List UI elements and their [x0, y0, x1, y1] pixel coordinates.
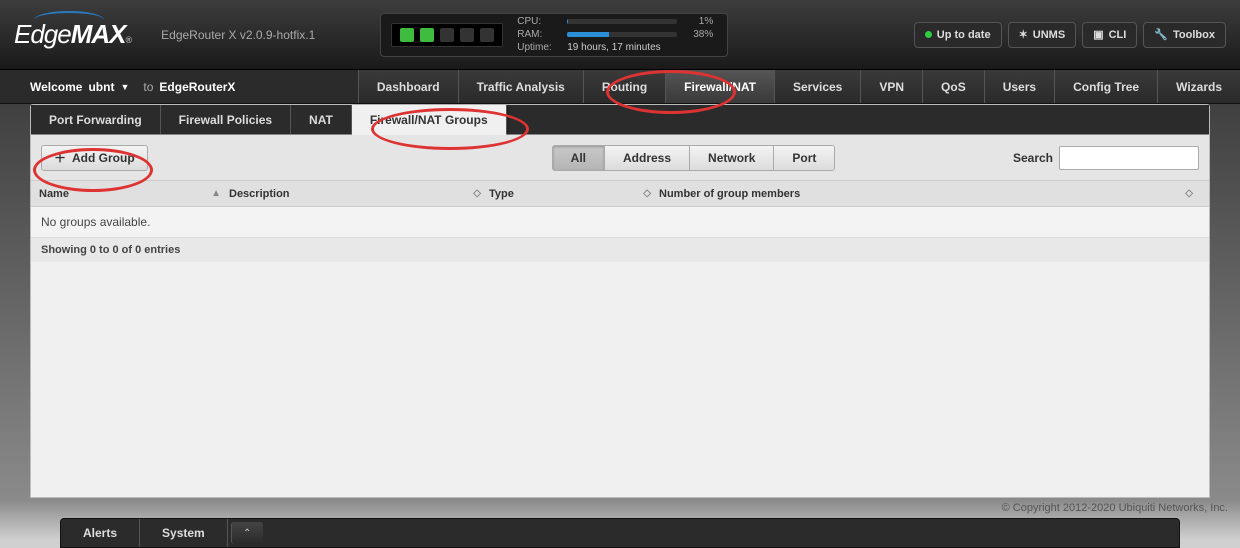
ram-row: RAM: 38% — [517, 29, 717, 40]
nav-wizards[interactable]: Wizards — [1157, 70, 1240, 103]
cli-icon: ▣ — [1093, 28, 1103, 41]
th-type[interactable]: Type ◇ — [489, 188, 659, 200]
subtab-port-forwarding[interactable]: Port Forwarding — [31, 105, 161, 134]
plus-icon: ＋ — [54, 149, 66, 166]
nav-users[interactable]: Users — [984, 70, 1054, 103]
cpu-fill — [567, 19, 568, 24]
welcome-to: to — [143, 80, 153, 94]
search-group: Search — [1013, 146, 1199, 170]
port-1-icon — [400, 28, 414, 42]
th-desc-label: Description — [229, 188, 290, 200]
nav-traffic-analysis[interactable]: Traffic Analysis — [458, 70, 583, 103]
uptodate-button[interactable]: Up to date — [914, 22, 1002, 48]
chevron-down-icon: ▼ — [120, 82, 129, 92]
uptodate-label: Up to date — [937, 29, 991, 41]
ram-bar — [567, 32, 677, 37]
bottom-drawer: Alerts System ⌃ — [60, 518, 1180, 548]
cpu-bar — [567, 19, 677, 24]
filter-port-button[interactable]: Port — [773, 145, 835, 171]
model-label: EdgeRouter X v2.0.9-hotfix.1 — [161, 28, 315, 42]
nav-qos[interactable]: QoS — [922, 70, 984, 103]
unms-icon: ✶ — [1019, 28, 1028, 41]
add-group-label: Add Group — [72, 151, 135, 165]
sub-tabs: Port Forwarding Firewall Policies NAT Fi… — [31, 105, 1209, 135]
uptime-value: 19 hours, 17 minutes — [567, 42, 660, 53]
filter-address-button[interactable]: Address — [604, 145, 690, 171]
drawer-system[interactable]: System — [140, 519, 228, 547]
welcome-device: EdgeRouterX — [159, 80, 235, 94]
nav-firewall-nat[interactable]: Firewall/NAT — [665, 70, 774, 103]
logo-registered: ® — [126, 35, 132, 45]
toolbar: ＋ Add Group All Address Network Port Sear… — [31, 135, 1209, 181]
th-members[interactable]: Number of group members ◇ — [659, 188, 1201, 200]
sort-icon: ◇ — [643, 188, 659, 199]
port-status-group — [391, 23, 503, 47]
main-nav: Dashboard Traffic Analysis Routing Firew… — [358, 70, 1240, 103]
ram-value: 38% — [685, 29, 713, 40]
nav-dashboard[interactable]: Dashboard — [358, 70, 458, 103]
subtab-firewall-nat-groups[interactable]: Firewall/NAT Groups — [352, 105, 507, 135]
port-4-icon — [460, 28, 474, 42]
search-input[interactable] — [1059, 146, 1199, 170]
drawer-alerts[interactable]: Alerts — [61, 519, 140, 547]
content: Port Forwarding Firewall Policies NAT Fi… — [30, 104, 1210, 498]
cli-button[interactable]: ▣ CLI — [1082, 22, 1137, 48]
port-5-icon — [480, 28, 494, 42]
add-group-button[interactable]: ＋ Add Group — [41, 145, 148, 171]
subtab-nat[interactable]: NAT — [291, 105, 352, 134]
unms-label: UNMS — [1033, 29, 1065, 41]
sort-asc-icon: ▲ — [211, 188, 229, 199]
ram-fill — [567, 32, 609, 37]
ram-label: RAM: — [517, 29, 559, 40]
uptime-label: Uptime: — [517, 42, 559, 53]
toolbox-button[interactable]: 🔧 Toolbox — [1143, 22, 1226, 48]
filter-network-button[interactable]: Network — [689, 145, 774, 171]
uptime-row: Uptime: 19 hours, 17 minutes — [517, 42, 717, 53]
table-footer: Showing 0 to 0 of 0 entries — [31, 238, 1209, 262]
stats-box: CPU: 1% RAM: 38% Uptime: 19 hours, 17 mi… — [380, 13, 728, 57]
sort-icon: ◇ — [1185, 188, 1201, 199]
th-members-label: Number of group members — [659, 188, 800, 200]
th-name[interactable]: Name ▲ — [39, 188, 229, 200]
welcome-prefix: Welcome — [30, 80, 82, 94]
welcome-user: ubnt — [88, 80, 114, 94]
cpu-label: CPU: — [517, 16, 559, 27]
nav-services[interactable]: Services — [774, 70, 860, 103]
wrench-icon: 🔧 — [1154, 28, 1168, 41]
th-description[interactable]: Description ◇ — [229, 188, 489, 200]
stat-lines: CPU: 1% RAM: 38% Uptime: 19 hours, 17 mi… — [517, 16, 717, 53]
cpu-value: 1% — [685, 16, 713, 27]
nav-config-tree[interactable]: Config Tree — [1054, 70, 1157, 103]
unms-button[interactable]: ✶ UNMS — [1008, 22, 1077, 48]
port-2-icon — [420, 28, 434, 42]
cli-label: CLI — [1109, 29, 1127, 41]
header: EdgeMAX® EdgeRouter X v2.0.9-hotfix.1 CP… — [0, 0, 1240, 70]
nav-routing[interactable]: Routing — [583, 70, 665, 103]
th-type-label: Type — [489, 188, 514, 200]
port-3-icon — [440, 28, 454, 42]
nav-row: Welcome ubnt ▼ to EdgeRouterX Dashboard … — [0, 70, 1240, 104]
sort-icon: ◇ — [473, 188, 489, 199]
nav-vpn[interactable]: VPN — [860, 70, 922, 103]
th-name-label: Name — [39, 188, 69, 200]
status-dot-icon — [925, 31, 932, 38]
search-label: Search — [1013, 151, 1053, 165]
logo-swoosh-icon — [34, 11, 104, 29]
welcome-menu[interactable]: Welcome ubnt ▼ to EdgeRouterX — [0, 70, 253, 103]
logo: EdgeMAX® — [14, 19, 131, 50]
header-right: Up to date ✶ UNMS ▣ CLI 🔧 Toolbox — [914, 22, 1226, 48]
cpu-row: CPU: 1% — [517, 16, 717, 27]
toolbox-label: Toolbox — [1173, 29, 1215, 41]
filter-all-button[interactable]: All — [552, 145, 605, 171]
drawer-collapse-button[interactable]: ⌃ — [231, 522, 263, 544]
chevron-up-icon: ⌃ — [243, 528, 251, 539]
table-empty-row: No groups available. — [31, 207, 1209, 238]
copyright: © Copyright 2012-2020 Ubiquiti Networks,… — [1002, 502, 1228, 514]
filter-group: All Address Network Port — [553, 145, 836, 171]
subtab-firewall-policies[interactable]: Firewall Policies — [161, 105, 291, 134]
table-header: Name▲ Description◇ Type◇ Number of group… — [31, 181, 1209, 207]
